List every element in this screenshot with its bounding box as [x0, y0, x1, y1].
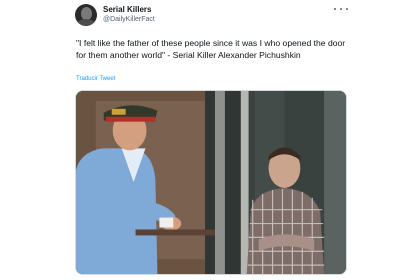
more-options-icon[interactable] — [334, 4, 348, 14]
tweet-photo[interactable] — [75, 90, 347, 275]
account-handle[interactable]: @DailyKillerFact — [103, 16, 155, 23]
more-dot — [334, 8, 336, 10]
more-dot — [340, 8, 342, 10]
more-dot — [346, 8, 348, 10]
tweet-text: "I felt like the father of these people … — [76, 38, 346, 60]
courtroom-photo — [76, 91, 346, 274]
tweet-card: Serial Killers @DailyKillerFact "I felt … — [0, 0, 420, 280]
avatar-body — [77, 19, 95, 26]
account-name[interactable]: Serial Killers — [103, 5, 151, 14]
avatar[interactable] — [75, 4, 97, 26]
translate-tweet-link[interactable]: Traducir Tweet — [76, 76, 115, 82]
